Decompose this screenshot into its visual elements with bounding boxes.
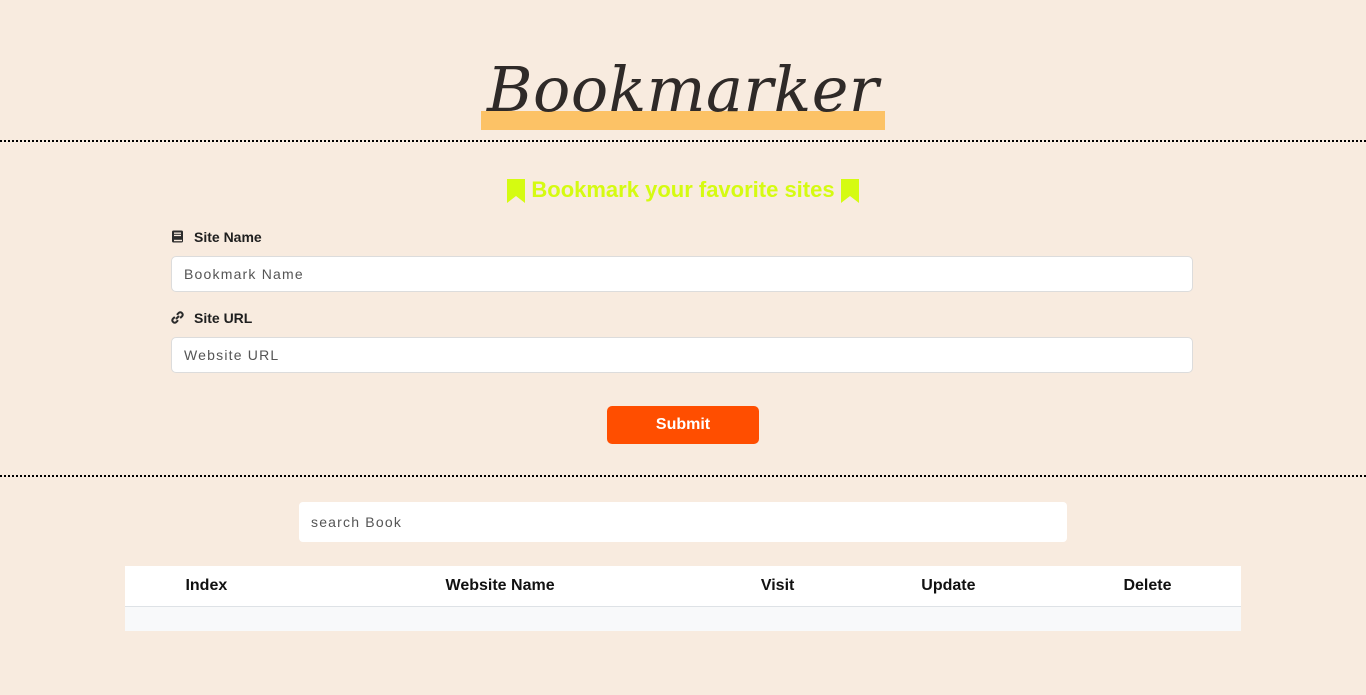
site-url-label: Site URL — [171, 309, 252, 327]
subtitle-text: Bookmark your favorite sites — [531, 177, 835, 202]
book-icon — [171, 230, 184, 243]
site-url-input[interactable] — [171, 337, 1193, 373]
bookmark-icon — [840, 179, 859, 203]
column-visit: Visit — [712, 566, 843, 607]
logo-container: Bookmarker — [0, 48, 1366, 132]
site-name-label-text: Site Name — [194, 229, 262, 245]
column-update: Update — [842, 566, 1054, 607]
middle-divider — [0, 475, 1366, 477]
empty-cell — [125, 606, 1241, 631]
column-delete: Delete — [1053, 566, 1241, 607]
logo: Bookmarker — [480, 48, 886, 132]
bookmarker-page: Bookmarker Bookmark your favorite sites … — [0, 0, 1366, 695]
empty-table-row — [125, 606, 1241, 631]
site-name-label: Site Name — [171, 228, 262, 246]
table-body — [125, 606, 1241, 631]
column-index: Index — [125, 566, 288, 607]
submit-button[interactable]: Submit — [607, 406, 759, 444]
site-url-label-text: Site URL — [194, 310, 253, 326]
site-name-input[interactable] — [171, 256, 1193, 292]
logo-text: Bookmarker — [486, 53, 880, 126]
bookmark-icon — [507, 179, 526, 203]
table-header-row: Index Website Name Visit Update Delete — [125, 566, 1241, 607]
column-website-name: Website Name — [287, 566, 713, 607]
search-input[interactable] — [299, 502, 1067, 542]
form-subtitle: Bookmark your favorite sites — [0, 176, 1366, 204]
top-divider — [0, 140, 1366, 142]
link-icon — [171, 311, 184, 324]
bookmarks-table: Index Website Name Visit Update Delete — [125, 566, 1241, 631]
